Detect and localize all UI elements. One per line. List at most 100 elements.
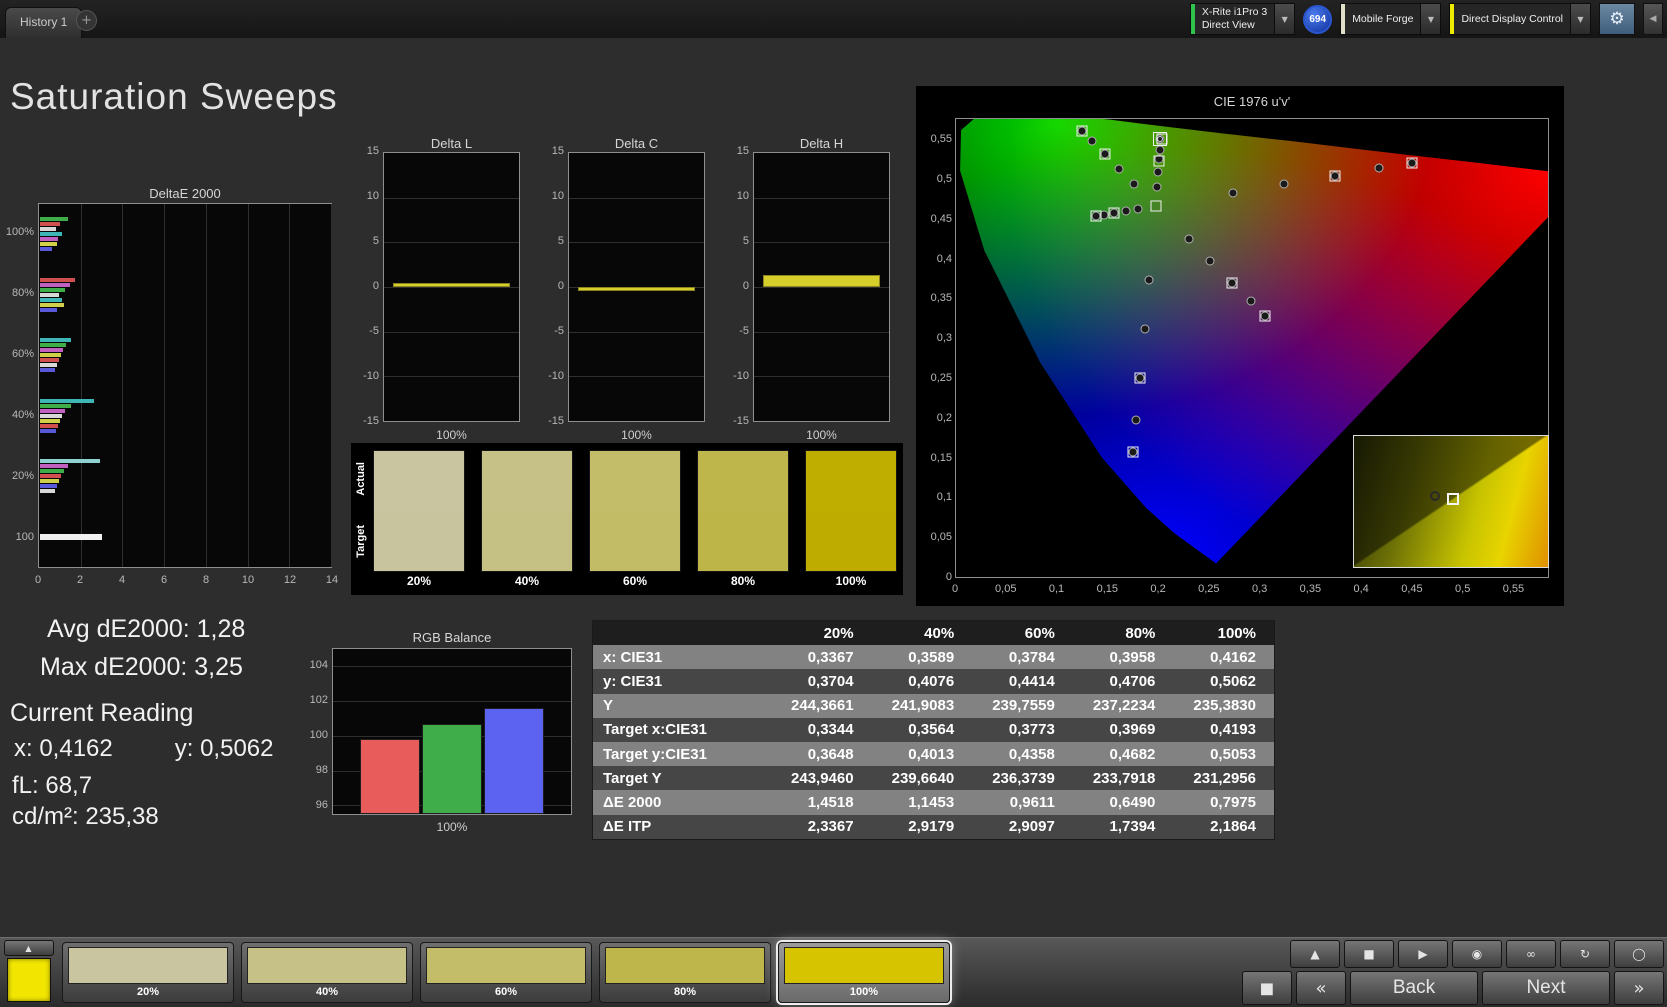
source-selector[interactable]: Mobile Forge ▼ <box>1340 3 1441 35</box>
collapse-panel-button[interactable]: ◀ <box>1643 3 1663 35</box>
gridline <box>569 376 704 377</box>
green-bar <box>422 724 482 814</box>
swatch-label: 40% <box>481 572 573 592</box>
settings-button[interactable]: ⚙ <box>1599 3 1635 35</box>
y-tick-label: 10 <box>723 190 749 202</box>
measurement-point <box>1206 256 1215 265</box>
measurement-point <box>1228 188 1237 197</box>
delta-h-plot <box>753 152 890 422</box>
history-tab[interactable]: History 1 <box>5 7 82 38</box>
gridline <box>164 204 165 567</box>
bar <box>40 484 57 488</box>
table-cell: 0,4414 <box>972 673 1073 690</box>
refresh-button[interactable]: ↻ <box>1560 940 1610 968</box>
loop-button[interactable]: ∞ <box>1506 940 1556 968</box>
gridline <box>331 204 332 567</box>
patch-label: 40% <box>247 984 407 1000</box>
play-button[interactable]: ▶ <box>1398 940 1448 968</box>
table-cell: 233,7918 <box>1073 770 1174 787</box>
table-cell: 2,9179 <box>872 818 973 835</box>
patch-icon: ◼ <box>1260 978 1275 999</box>
chevron-down-icon[interactable]: ▼ <box>1420 4 1440 34</box>
bar <box>40 474 61 478</box>
current-patch-color[interactable] <box>7 958 51 1002</box>
y-tick-label: 100 <box>0 531 34 543</box>
deltae2000-plot <box>38 203 332 568</box>
patch-button[interactable]: 100% <box>778 942 950 1003</box>
bottom-control-bar: ▲ 20%40%60%80%100% ▲■▶◉∞↻◯ ◼ « Back Next… <box>0 937 1667 1007</box>
page-title: Saturation Sweeps <box>10 76 338 118</box>
y-tick-label: 104 <box>300 659 328 671</box>
table-cell: 0,4076 <box>872 673 973 690</box>
current-xy-reading: x: 0,4162y: 0,5062 <box>14 735 274 763</box>
cie-plot <box>955 118 1549 578</box>
y-tick-label: 40% <box>0 409 34 421</box>
patch-window-button[interactable]: ◼ <box>1242 971 1292 1005</box>
swatch-color <box>373 450 465 572</box>
x-tick-label: 2 <box>70 574 90 586</box>
current-reading-dot <box>1157 136 1163 142</box>
patch-label: 20% <box>68 984 228 1000</box>
table-cell: 0,4706 <box>1073 673 1174 690</box>
table-row: ΔE 20001,45181,14530,96110,64900,7975 <box>593 790 1274 814</box>
x-tick-label: 0,4 <box>1347 583 1375 595</box>
fl-reading: fL: 68,7 <box>12 772 92 800</box>
cie-zoom-inset <box>1353 435 1549 568</box>
measurement-point <box>1134 205 1143 214</box>
calman-app: History 1 + X-Rite i1Pro 3 Direct View ▼… <box>0 0 1667 1007</box>
table-cell: 0,3704 <box>771 673 872 690</box>
read-button[interactable]: ◉ <box>1452 940 1502 968</box>
scroll-up-button[interactable]: ▲ <box>4 940 54 956</box>
table-cell: 0,3773 <box>972 721 1073 738</box>
actual-color <box>698 451 788 511</box>
bars-container <box>333 649 571 814</box>
meter-selector[interactable]: X-Rite i1Pro 3 Direct View ▼ <box>1190 3 1295 35</box>
measurement-point <box>1115 164 1124 173</box>
row-label: x: CIE31 <box>593 649 771 666</box>
chevron-down-icon[interactable]: ▼ <box>1274 4 1294 34</box>
y-tick-label: 15 <box>538 145 564 157</box>
patch-button[interactable]: 60% <box>420 942 592 1003</box>
back-button[interactable]: Back <box>1350 971 1478 1005</box>
chart-title: Delta L <box>383 136 520 151</box>
chevron-down-icon[interactable]: ▼ <box>1570 4 1590 34</box>
y-tick-label: 15 <box>353 145 379 157</box>
display-control-name: Direct Display Control <box>1454 4 1570 34</box>
actual-color <box>806 451 896 511</box>
next-button[interactable]: Next <box>1482 971 1610 1005</box>
display-control-selector[interactable]: Direct Display Control ▼ <box>1449 3 1591 35</box>
gridline <box>384 287 519 288</box>
bar <box>40 247 52 251</box>
target-point <box>1128 446 1139 457</box>
row-label: ΔE ITP <box>593 818 771 835</box>
patch-button[interactable]: 20% <box>62 942 234 1003</box>
add-tab-button[interactable]: + <box>76 10 97 31</box>
meter-mode: Direct View <box>1202 19 1267 32</box>
x-tick-label: 0,15 <box>1093 583 1121 595</box>
standby-button[interactable]: ◯ <box>1614 940 1664 968</box>
chart-title: Delta H <box>753 136 890 151</box>
stop-button[interactable]: ■ <box>1344 940 1394 968</box>
swatch-compare-cell: 60% <box>589 450 681 595</box>
patch-button[interactable]: 40% <box>241 942 413 1003</box>
x-tick-label: 4 <box>112 574 132 586</box>
bar <box>40 222 60 226</box>
target-color <box>806 511 896 571</box>
target-point <box>1090 211 1101 222</box>
next-skip-button[interactable]: » <box>1614 971 1664 1005</box>
scroll-up-button[interactable]: ▲ <box>1290 940 1340 968</box>
transport-controls: ▲■▶◉∞↻◯ ◼ « Back Next » <box>1242 940 1664 1005</box>
bar <box>40 419 60 423</box>
y-tick-label: 10 <box>353 190 379 202</box>
gridline <box>754 198 889 199</box>
delta-c-plot <box>568 152 705 422</box>
table-cell: 0,4358 <box>972 746 1073 763</box>
x-axis-label: 100% <box>332 820 572 834</box>
patch-button[interactable]: 80% <box>599 942 771 1003</box>
patch-label: 60% <box>426 984 586 1000</box>
bar <box>40 414 62 418</box>
y-tick-label: 0,45 <box>918 213 952 225</box>
back-skip-button[interactable]: « <box>1296 971 1346 1005</box>
table-cell: 0,3969 <box>1073 721 1174 738</box>
table-cell: 0,4682 <box>1073 746 1174 763</box>
